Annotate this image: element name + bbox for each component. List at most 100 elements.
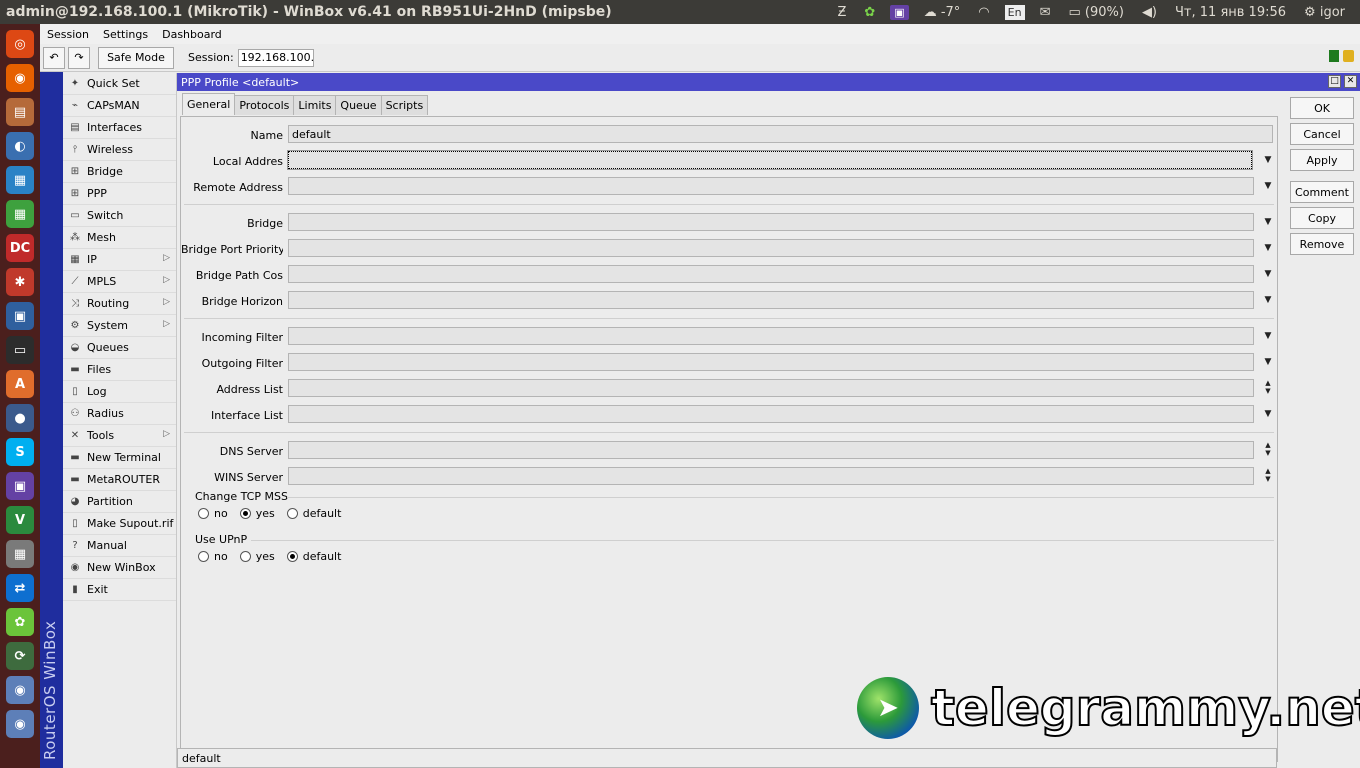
bridge-port-priority-field[interactable] xyxy=(288,239,1254,257)
software-center-icon[interactable]: A xyxy=(6,370,34,398)
bridge-field[interactable] xyxy=(288,213,1254,231)
sidebar-item-manual[interactable]: ? Manual xyxy=(63,535,176,557)
bridge-port-priority-dropdown-icon[interactable]: ▼ xyxy=(1261,240,1275,256)
incoming-filter-dropdown-icon[interactable]: ▼ xyxy=(1261,328,1275,344)
redo-button[interactable]: ↷ xyxy=(68,46,90,69)
mail-icon[interactable]: ✉ xyxy=(1031,5,1060,20)
sidebar-item-ppp[interactable]: ⊞ PPP xyxy=(63,183,176,205)
incoming-filter-field[interactable] xyxy=(288,327,1254,345)
sidebar-item-log[interactable]: ▯ Log xyxy=(63,381,176,403)
keyboard-layout[interactable]: En xyxy=(1004,4,1025,20)
sidebar-item-mpls[interactable]: ⟋ MPLS ▷ xyxy=(63,271,176,293)
clock[interactable]: Чт, 11 янв 19:56 xyxy=(1166,5,1295,20)
close-icon[interactable]: ✕ xyxy=(1344,75,1357,88)
weather-indicator[interactable]: ☁ -7° xyxy=(915,5,970,20)
virtualbox-icon[interactable]: ▣ xyxy=(6,302,34,330)
user-menu[interactable]: ⚙ igor xyxy=(1295,5,1354,20)
sidebar-item-radius[interactable]: ⚇ Radius xyxy=(63,403,176,425)
sidebar-item-new-winbox[interactable]: ◉ New WinBox xyxy=(63,557,176,579)
sidebar-item-ip[interactable]: ▦ IP ▷ xyxy=(63,249,176,271)
sidebar-item-quick-set[interactable]: ✦ Quick Set xyxy=(63,73,176,95)
sidebar-item-metarouter[interactable]: ▬ MetaROUTER xyxy=(63,469,176,491)
files-icon[interactable]: ▤ xyxy=(6,98,34,126)
tab-protocols[interactable]: Protocols xyxy=(234,95,295,115)
wifi-icon[interactable]: ◠ xyxy=(969,5,998,20)
local-address-dropdown-icon[interactable]: ▼ xyxy=(1261,152,1275,168)
tab-limits[interactable]: Limits xyxy=(293,95,337,115)
sidebar-item-queues[interactable]: ◒ Queues xyxy=(63,337,176,359)
volume-icon[interactable]: ◀) xyxy=(1133,5,1166,20)
sidebar-item-files[interactable]: ▬ Files xyxy=(63,359,176,381)
sidebar-item-partition[interactable]: ◕ Partition xyxy=(63,491,176,513)
cancel-button[interactable]: Cancel xyxy=(1290,123,1354,145)
disk-icon[interactable]: ◉ xyxy=(6,676,34,704)
wins-server-field[interactable] xyxy=(288,467,1254,485)
bridge-horizon-dropdown-icon[interactable]: ▼ xyxy=(1261,292,1275,308)
comment-button[interactable]: Comment xyxy=(1290,181,1354,203)
safe-mode-button[interactable]: Safe Mode xyxy=(98,46,174,69)
settings-app-icon[interactable]: ✱ xyxy=(6,268,34,296)
sidebar-item-new-terminal[interactable]: ▬ New Terminal xyxy=(63,447,176,469)
undo-button[interactable]: ↶ xyxy=(43,46,65,69)
bridge-path-cost-field[interactable] xyxy=(288,265,1254,283)
twitch-app-icon[interactable]: ▣ xyxy=(6,472,34,500)
drop-icon[interactable]: ● xyxy=(6,404,34,432)
ubuntu-home-icon[interactable]: ◎ xyxy=(6,30,34,58)
outgoing-filter-dropdown-icon[interactable]: ▼ xyxy=(1261,354,1275,370)
address-list-updown-icon[interactable]: ▲ ▼ xyxy=(1261,379,1275,397)
tab-general[interactable]: General xyxy=(182,93,236,115)
terminal-app-icon[interactable]: ▭ xyxy=(6,336,34,364)
dns-server-field[interactable] xyxy=(288,441,1254,459)
dc-icon[interactable]: DC xyxy=(6,234,34,262)
menu-dashboard[interactable]: Dashboard xyxy=(155,28,229,41)
interface-list-field[interactable] xyxy=(288,405,1254,423)
battery-indicator[interactable]: ▭ (90%) xyxy=(1059,5,1132,20)
copy-button[interactable]: Copy xyxy=(1290,207,1354,229)
menu-settings[interactable]: Settings xyxy=(96,28,155,41)
updater-icon[interactable]: ⟳ xyxy=(6,642,34,670)
bridge-horizon-field[interactable] xyxy=(288,291,1254,309)
bridge-dropdown-icon[interactable]: ▼ xyxy=(1261,214,1275,230)
interface-list-dropdown-icon[interactable]: ▼ xyxy=(1261,406,1275,422)
firefox-icon[interactable]: ◉ xyxy=(6,64,34,92)
upnp-no-radio[interactable]: no xyxy=(198,550,228,563)
outgoing-filter-field[interactable] xyxy=(288,353,1254,371)
tab-scripts[interactable]: Scripts xyxy=(380,95,429,115)
upnp-default-radio[interactable]: default xyxy=(286,550,341,563)
tcp-mss-no-radio[interactable]: no xyxy=(198,507,228,520)
sidebar-item-routing[interactable]: ⤨ Routing ▷ xyxy=(63,293,176,315)
sync-icon[interactable]: Ƶ xyxy=(828,5,855,20)
calculator-icon[interactable]: ▦ xyxy=(6,540,34,568)
twitch-icon[interactable]: ▣ xyxy=(890,4,909,20)
sidebar-item-switch[interactable]: ▭ Switch xyxy=(63,205,176,227)
remote-address-field[interactable] xyxy=(288,177,1254,195)
remove-button[interactable]: Remove xyxy=(1290,233,1354,255)
blue-app-icon[interactable]: ◐ xyxy=(6,132,34,160)
sidebar-item-bridge[interactable]: ⊞ Bridge xyxy=(63,161,176,183)
document-icon[interactable]: ▦ xyxy=(6,166,34,194)
tcp-mss-yes-radio[interactable]: yes xyxy=(239,507,275,520)
sidebar-item-wireless[interactable]: ⫯ Wireless xyxy=(63,139,176,161)
sidebar-item-exit[interactable]: ▮ Exit xyxy=(63,579,176,601)
maximize-icon[interactable]: □ xyxy=(1328,75,1341,88)
local-address-field[interactable] xyxy=(287,150,1253,170)
tab-queue[interactable]: Queue xyxy=(335,95,382,115)
dns-server-updown-icon[interactable]: ▲ ▼ xyxy=(1261,441,1275,459)
address-list-field[interactable] xyxy=(288,379,1254,397)
teamviewer-icon[interactable]: ⇄ xyxy=(6,574,34,602)
tcp-mss-default-radio[interactable]: default xyxy=(286,507,341,520)
green-app-icon[interactable]: ✿ xyxy=(6,608,34,636)
name-field[interactable]: default xyxy=(288,125,1273,143)
upnp-yes-radio[interactable]: yes xyxy=(239,550,275,563)
bridge-path-cost-dropdown-icon[interactable]: ▼ xyxy=(1261,266,1275,282)
menu-session[interactable]: Session xyxy=(40,28,96,41)
skype-icon[interactable]: S xyxy=(6,438,34,466)
wins-server-updown-icon[interactable]: ▲ ▼ xyxy=(1261,467,1275,485)
session-input[interactable]: 192.168.100.1 xyxy=(237,48,314,67)
sidebar-item-make-supout-rif[interactable]: ▯ Make Supout.rif xyxy=(63,513,176,535)
spreadsheet-icon[interactable]: ▦ xyxy=(6,200,34,228)
disk2-icon[interactable]: ◉ xyxy=(6,710,34,738)
vim-icon[interactable]: V xyxy=(6,506,34,534)
sidebar-item-system[interactable]: ⚙ System ▷ xyxy=(63,315,176,337)
ok-button[interactable]: OK xyxy=(1290,97,1354,119)
